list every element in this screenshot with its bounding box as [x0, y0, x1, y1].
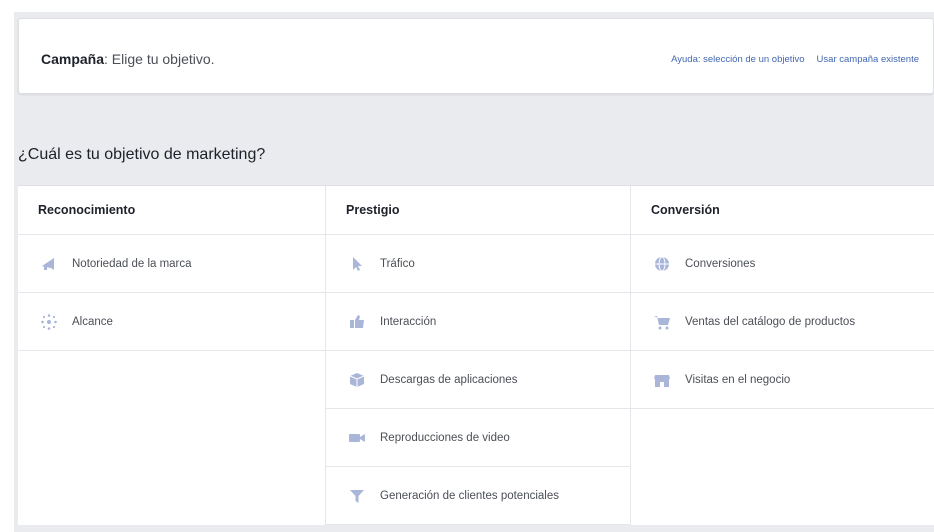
campaign-title: Campaña: Elige tu objetivo.	[41, 51, 215, 67]
objective-catalog-sales[interactable]: Ventas del catálogo de productos	[631, 293, 934, 351]
column-awareness: Reconocimiento Notoriedad de la marca Al…	[18, 186, 325, 526]
objective-label: Notoriedad de la marca	[72, 257, 192, 270]
objective-engagement[interactable]: Interacción	[326, 293, 630, 351]
cart-icon	[653, 313, 671, 331]
cursor-icon	[348, 255, 366, 273]
objective-app-installs[interactable]: Descargas de aplicaciones	[326, 351, 630, 409]
objective-store-visits[interactable]: Visitas en el negocio	[631, 351, 934, 409]
objective-label: Conversiones	[685, 257, 756, 270]
objective-brand-awareness[interactable]: Notoriedad de la marca	[18, 235, 325, 293]
campaign-subtitle: : Elige tu objetivo.	[104, 51, 215, 67]
store-icon	[653, 371, 671, 389]
objective-reach[interactable]: Alcance	[18, 293, 325, 351]
objective-conversions[interactable]: Conversiones	[631, 235, 934, 293]
column-heading: Conversión	[631, 186, 934, 235]
objective-video-views[interactable]: Reproducciones de video	[326, 409, 630, 467]
objective-label: Generación de clientes potenciales	[380, 489, 560, 502]
objective-traffic[interactable]: Tráfico	[326, 235, 630, 293]
megaphone-icon	[40, 255, 58, 273]
column-consideration: Prestigio Tráfico Interacción Descargas …	[325, 186, 630, 526]
reach-icon	[40, 313, 58, 331]
globe-icon	[653, 255, 671, 273]
objective-label: Descargas de aplicaciones	[380, 373, 518, 386]
campaign-header: Campaña: Elige tu objetivo. Ayuda: selec…	[18, 18, 934, 94]
objectives-table: Reconocimiento Notoriedad de la marca Al…	[18, 185, 934, 526]
top-strip	[0, 0, 934, 12]
left-strip	[0, 0, 14, 532]
help-objective-link[interactable]: Ayuda: selección de un objetivo	[671, 54, 804, 65]
objective-label: Reproducciones de video	[380, 431, 510, 444]
marketing-objective-question: ¿Cuál es tu objetivo de marketing?	[18, 146, 266, 163]
objective-label: Alcance	[72, 315, 113, 328]
funnel-icon	[348, 487, 366, 505]
campaign-label: Campaña	[41, 51, 105, 67]
column-heading: Reconocimiento	[18, 186, 325, 235]
column-heading: Prestigio	[326, 186, 630, 235]
app-box-icon	[348, 371, 366, 389]
objective-label: Ventas del catálogo de productos	[685, 315, 856, 328]
objective-label: Tráfico	[380, 257, 415, 270]
use-existing-campaign-link[interactable]: Usar campaña existente	[817, 54, 919, 65]
header-links: Ayuda: selección de un objetivo Usar cam…	[671, 54, 919, 65]
column-conversion: Conversión Conversiones Ventas del catál…	[630, 186, 934, 526]
engagement-icon	[348, 313, 366, 331]
video-icon	[348, 429, 366, 447]
objective-label: Visitas en el negocio	[685, 373, 791, 386]
objective-lead-generation[interactable]: Generación de clientes potenciales	[326, 467, 630, 525]
objective-label: Interacción	[380, 315, 437, 328]
